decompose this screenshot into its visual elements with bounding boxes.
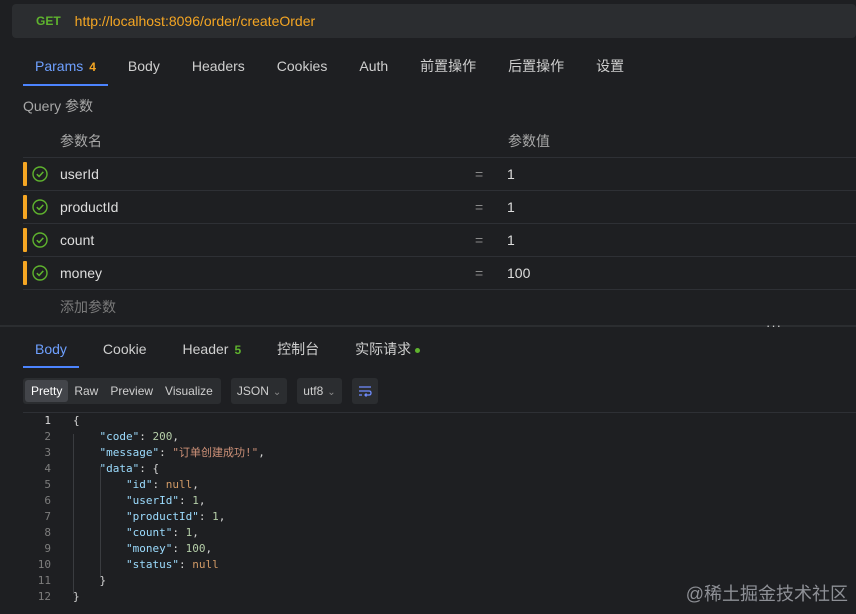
- splitter-handle-icon[interactable]: ···: [766, 318, 782, 333]
- col-param-name: 参数名: [60, 132, 102, 149]
- status-dot-icon: [415, 347, 421, 353]
- tab-headers[interactable]: Headers: [180, 48, 257, 86]
- tab-response-cookie[interactable]: Cookie: [91, 332, 159, 368]
- tab-pre-request[interactable]: 前置操作: [408, 48, 488, 86]
- param-row[interactable]: money = 100: [23, 257, 856, 290]
- code-text: "count": 1,: [125, 526, 199, 539]
- code-text: "id": null,: [125, 478, 199, 491]
- view-mode-group: Pretty Raw Preview Visualize: [23, 378, 221, 404]
- wrap-lines-button[interactable]: [351, 378, 378, 404]
- add-param-row[interactable]: 添加参数: [23, 290, 856, 323]
- param-name[interactable]: money: [60, 265, 102, 281]
- view-visualize-button[interactable]: Visualize: [159, 380, 219, 402]
- equals-sign: =: [475, 232, 484, 248]
- check-circle-icon[interactable]: [32, 166, 48, 182]
- panel-splitter[interactable]: [0, 325, 856, 327]
- code-text: }: [73, 590, 80, 603]
- watermark: @稀土掘金技术社区: [685, 584, 848, 604]
- tab-label: Header: [182, 341, 229, 357]
- col-param-value: 参数值: [508, 132, 550, 149]
- line-number: 7: [44, 510, 51, 523]
- request-url[interactable]: http://localhost:8096/order/createOrder: [75, 13, 315, 29]
- param-row-marker: [23, 195, 27, 219]
- code-text: }: [73, 574, 107, 587]
- code-text: "data": {: [99, 462, 160, 475]
- param-name[interactable]: count: [60, 232, 94, 248]
- response-code-editor[interactable]: 1 { 2 "code": 200, 3 "message": "订单创建成功!"…: [23, 412, 856, 606]
- code-text: "userId": 1,: [125, 494, 206, 507]
- param-name[interactable]: productId: [60, 199, 118, 215]
- tab-auth[interactable]: Auth: [347, 48, 400, 86]
- line-number: 12: [37, 590, 51, 603]
- query-section-title: Query 参数: [23, 98, 94, 114]
- tab-body[interactable]: Body: [116, 48, 172, 86]
- http-method[interactable]: GET: [36, 14, 61, 28]
- tab-response-body[interactable]: Body: [23, 332, 79, 368]
- line-number: 4: [44, 462, 51, 475]
- params-table: 参数名 参数值 userId = 1 productId = 1 count =…: [23, 124, 856, 323]
- equals-sign: =: [475, 265, 484, 281]
- code-text: "status": null: [125, 558, 219, 571]
- tab-label: Params: [35, 58, 84, 74]
- tab-actual-request[interactable]: 实际请求: [343, 332, 432, 368]
- tab-post-request[interactable]: 后置操作: [496, 48, 576, 86]
- wrap-lines-icon: [358, 386, 372, 397]
- chevron-down-icon: ⌄: [272, 387, 282, 398]
- chevron-down-icon: ⌄: [327, 387, 336, 398]
- response-toolbar: Pretty Raw Preview Visualize JSON ⌄ utf8 ⌄: [23, 378, 378, 404]
- tab-response-header[interactable]: Header 5: [171, 332, 254, 368]
- param-row-marker: [23, 228, 27, 252]
- param-value[interactable]: 100: [507, 265, 530, 281]
- check-circle-icon[interactable]: [32, 232, 48, 248]
- line-number: 6: [44, 494, 51, 507]
- line-number: 10: [37, 558, 51, 571]
- param-value[interactable]: 1: [507, 166, 515, 182]
- param-row-marker: [23, 261, 27, 285]
- line-number: 3: [44, 446, 51, 459]
- param-value[interactable]: 1: [507, 199, 515, 215]
- equals-sign: =: [475, 166, 484, 182]
- tab-console[interactable]: 控制台: [265, 332, 331, 368]
- param-row-marker: [23, 162, 27, 186]
- line-number: 5: [44, 478, 51, 491]
- line-number: 2: [44, 430, 51, 443]
- param-name[interactable]: userId: [60, 166, 99, 182]
- tab-params[interactable]: Params 4: [23, 48, 108, 86]
- code-text: "message": "订单创建成功!",: [99, 446, 265, 459]
- code-text: {: [73, 414, 80, 427]
- format-select[interactable]: JSON ⌄: [230, 378, 288, 404]
- header-count-badge: 5: [234, 343, 242, 357]
- encoding-select-value: utf8: [303, 384, 324, 398]
- view-preview-button[interactable]: Preview: [104, 380, 159, 402]
- params-count-badge: 4: [89, 60, 96, 74]
- line-number: 11: [37, 574, 51, 587]
- line-number: 9: [44, 542, 51, 555]
- params-header: 参数名 参数值: [23, 124, 856, 158]
- code-text: "money": 100,: [125, 542, 213, 555]
- response-tabs: Body Cookie Header 5 控制台 实际请求: [23, 332, 444, 368]
- param-row[interactable]: productId = 1: [23, 191, 856, 224]
- tab-cookies[interactable]: Cookies: [265, 48, 340, 86]
- view-pretty-button[interactable]: Pretty: [25, 380, 69, 402]
- tab-settings[interactable]: 设置: [584, 48, 636, 86]
- param-row[interactable]: count = 1: [23, 224, 856, 257]
- equals-sign: =: [475, 199, 484, 215]
- line-number: 8: [44, 526, 51, 539]
- check-circle-icon[interactable]: [32, 265, 48, 281]
- encoding-select[interactable]: utf8 ⌄: [297, 378, 342, 404]
- request-tabs: Params 4 Body Headers Cookies Auth 前置操作 后…: [23, 48, 644, 86]
- add-param-placeholder[interactable]: 添加参数: [60, 297, 116, 317]
- code-text: "productId": 1,: [125, 510, 226, 523]
- check-circle-icon[interactable]: [32, 199, 48, 215]
- line-number: 1: [44, 414, 51, 427]
- format-select-value: JSON: [236, 384, 269, 398]
- code-text: "code": 200,: [99, 430, 180, 443]
- param-row[interactable]: userId = 1: [23, 158, 856, 191]
- param-value[interactable]: 1: [507, 232, 515, 248]
- view-raw-button[interactable]: Raw: [68, 380, 104, 402]
- tab-label: 实际请求: [355, 341, 412, 357]
- url-bar[interactable]: GET http://localhost:8096/order/createOr…: [12, 4, 856, 38]
